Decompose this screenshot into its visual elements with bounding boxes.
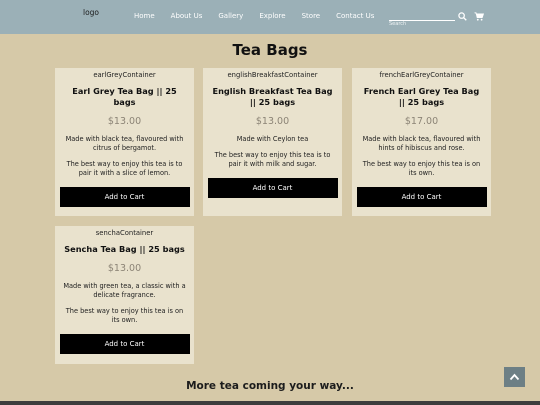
product-card-sencha: senchaContainer Sencha Tea Bag || 25 bag… xyxy=(55,226,194,364)
product-description: Made with black tea, flavoured with hint… xyxy=(362,135,481,152)
product-price: $13.00 xyxy=(107,116,142,127)
product-description: Made with Ceylon tea xyxy=(236,135,309,143)
product-tip: The best way to enjoy this tea is on its… xyxy=(362,160,481,177)
product-tip: The best way to enjoy this tea is to pai… xyxy=(214,151,331,168)
nav-link-home[interactable]: Home xyxy=(134,12,155,20)
card-container-id: englishBreakfastContainer xyxy=(227,71,318,79)
product-name: Earl Grey Tea Bag || 25 bags xyxy=(72,86,177,107)
nav-links: Home About Us Gallery Explore Store Cont… xyxy=(134,12,390,20)
search-input[interactable] xyxy=(389,19,455,29)
product-description: Made with black tea, flavoured with citr… xyxy=(65,135,184,152)
product-tip: The best way to enjoy this tea is on its… xyxy=(65,307,184,324)
cart-icon[interactable] xyxy=(474,12,484,21)
product-tip: The best way to enjoy this tea is to pai… xyxy=(66,160,183,177)
more-tea-message: More tea coming your way... xyxy=(186,380,354,392)
product-card-earl-grey: earlGreyContainer Earl Grey Tea Bag || 2… xyxy=(55,68,194,216)
product-card-english-breakfast: englishBreakfastContainer English Breakf… xyxy=(203,68,342,216)
nav-link-store[interactable]: Store xyxy=(302,12,321,20)
product-name: French Earl Grey Tea Bag || 25 bags xyxy=(363,86,480,107)
product-description: Made with green tea, a classic with a de… xyxy=(63,282,186,299)
card-container-id: frenchEarlGreyContainer xyxy=(379,71,464,79)
nav-link-contact-us[interactable]: Contact Us xyxy=(336,12,374,20)
product-price: $17.00 xyxy=(404,116,439,127)
card-container-id: senchaContainer xyxy=(95,229,154,237)
search-field xyxy=(389,10,455,29)
navbar: logo Home About Us Gallery Explore Store… xyxy=(0,0,540,34)
scroll-to-top-button[interactable] xyxy=(504,367,525,387)
product-price: $13.00 xyxy=(255,116,290,127)
product-card-french-earl-grey: frenchEarlGreyContainer French Earl Grey… xyxy=(352,68,491,216)
add-to-cart-button[interactable]: Add to Cart xyxy=(356,187,487,207)
page-title: Tea Bags xyxy=(232,41,308,59)
card-container-id: earlGreyContainer xyxy=(93,71,156,79)
add-to-cart-button[interactable]: Add to Cart xyxy=(59,187,190,207)
bottom-bar xyxy=(0,401,540,405)
nav-link-explore[interactable]: Explore xyxy=(259,12,285,20)
chevron-up-icon xyxy=(509,373,520,381)
add-to-cart-button[interactable]: Add to Cart xyxy=(207,178,338,198)
product-name: Sencha Tea Bag || 25 bags xyxy=(64,244,185,254)
product-name: English Breakfast Tea Bag || 25 bags xyxy=(212,86,333,107)
add-to-cart-button[interactable]: Add to Cart xyxy=(59,334,190,354)
nav-link-about-us[interactable]: About Us xyxy=(171,12,203,20)
search-icon[interactable] xyxy=(458,12,467,21)
nav-link-gallery[interactable]: Gallery xyxy=(218,12,243,20)
logo[interactable]: logo xyxy=(83,8,99,17)
product-price: $13.00 xyxy=(107,263,142,274)
